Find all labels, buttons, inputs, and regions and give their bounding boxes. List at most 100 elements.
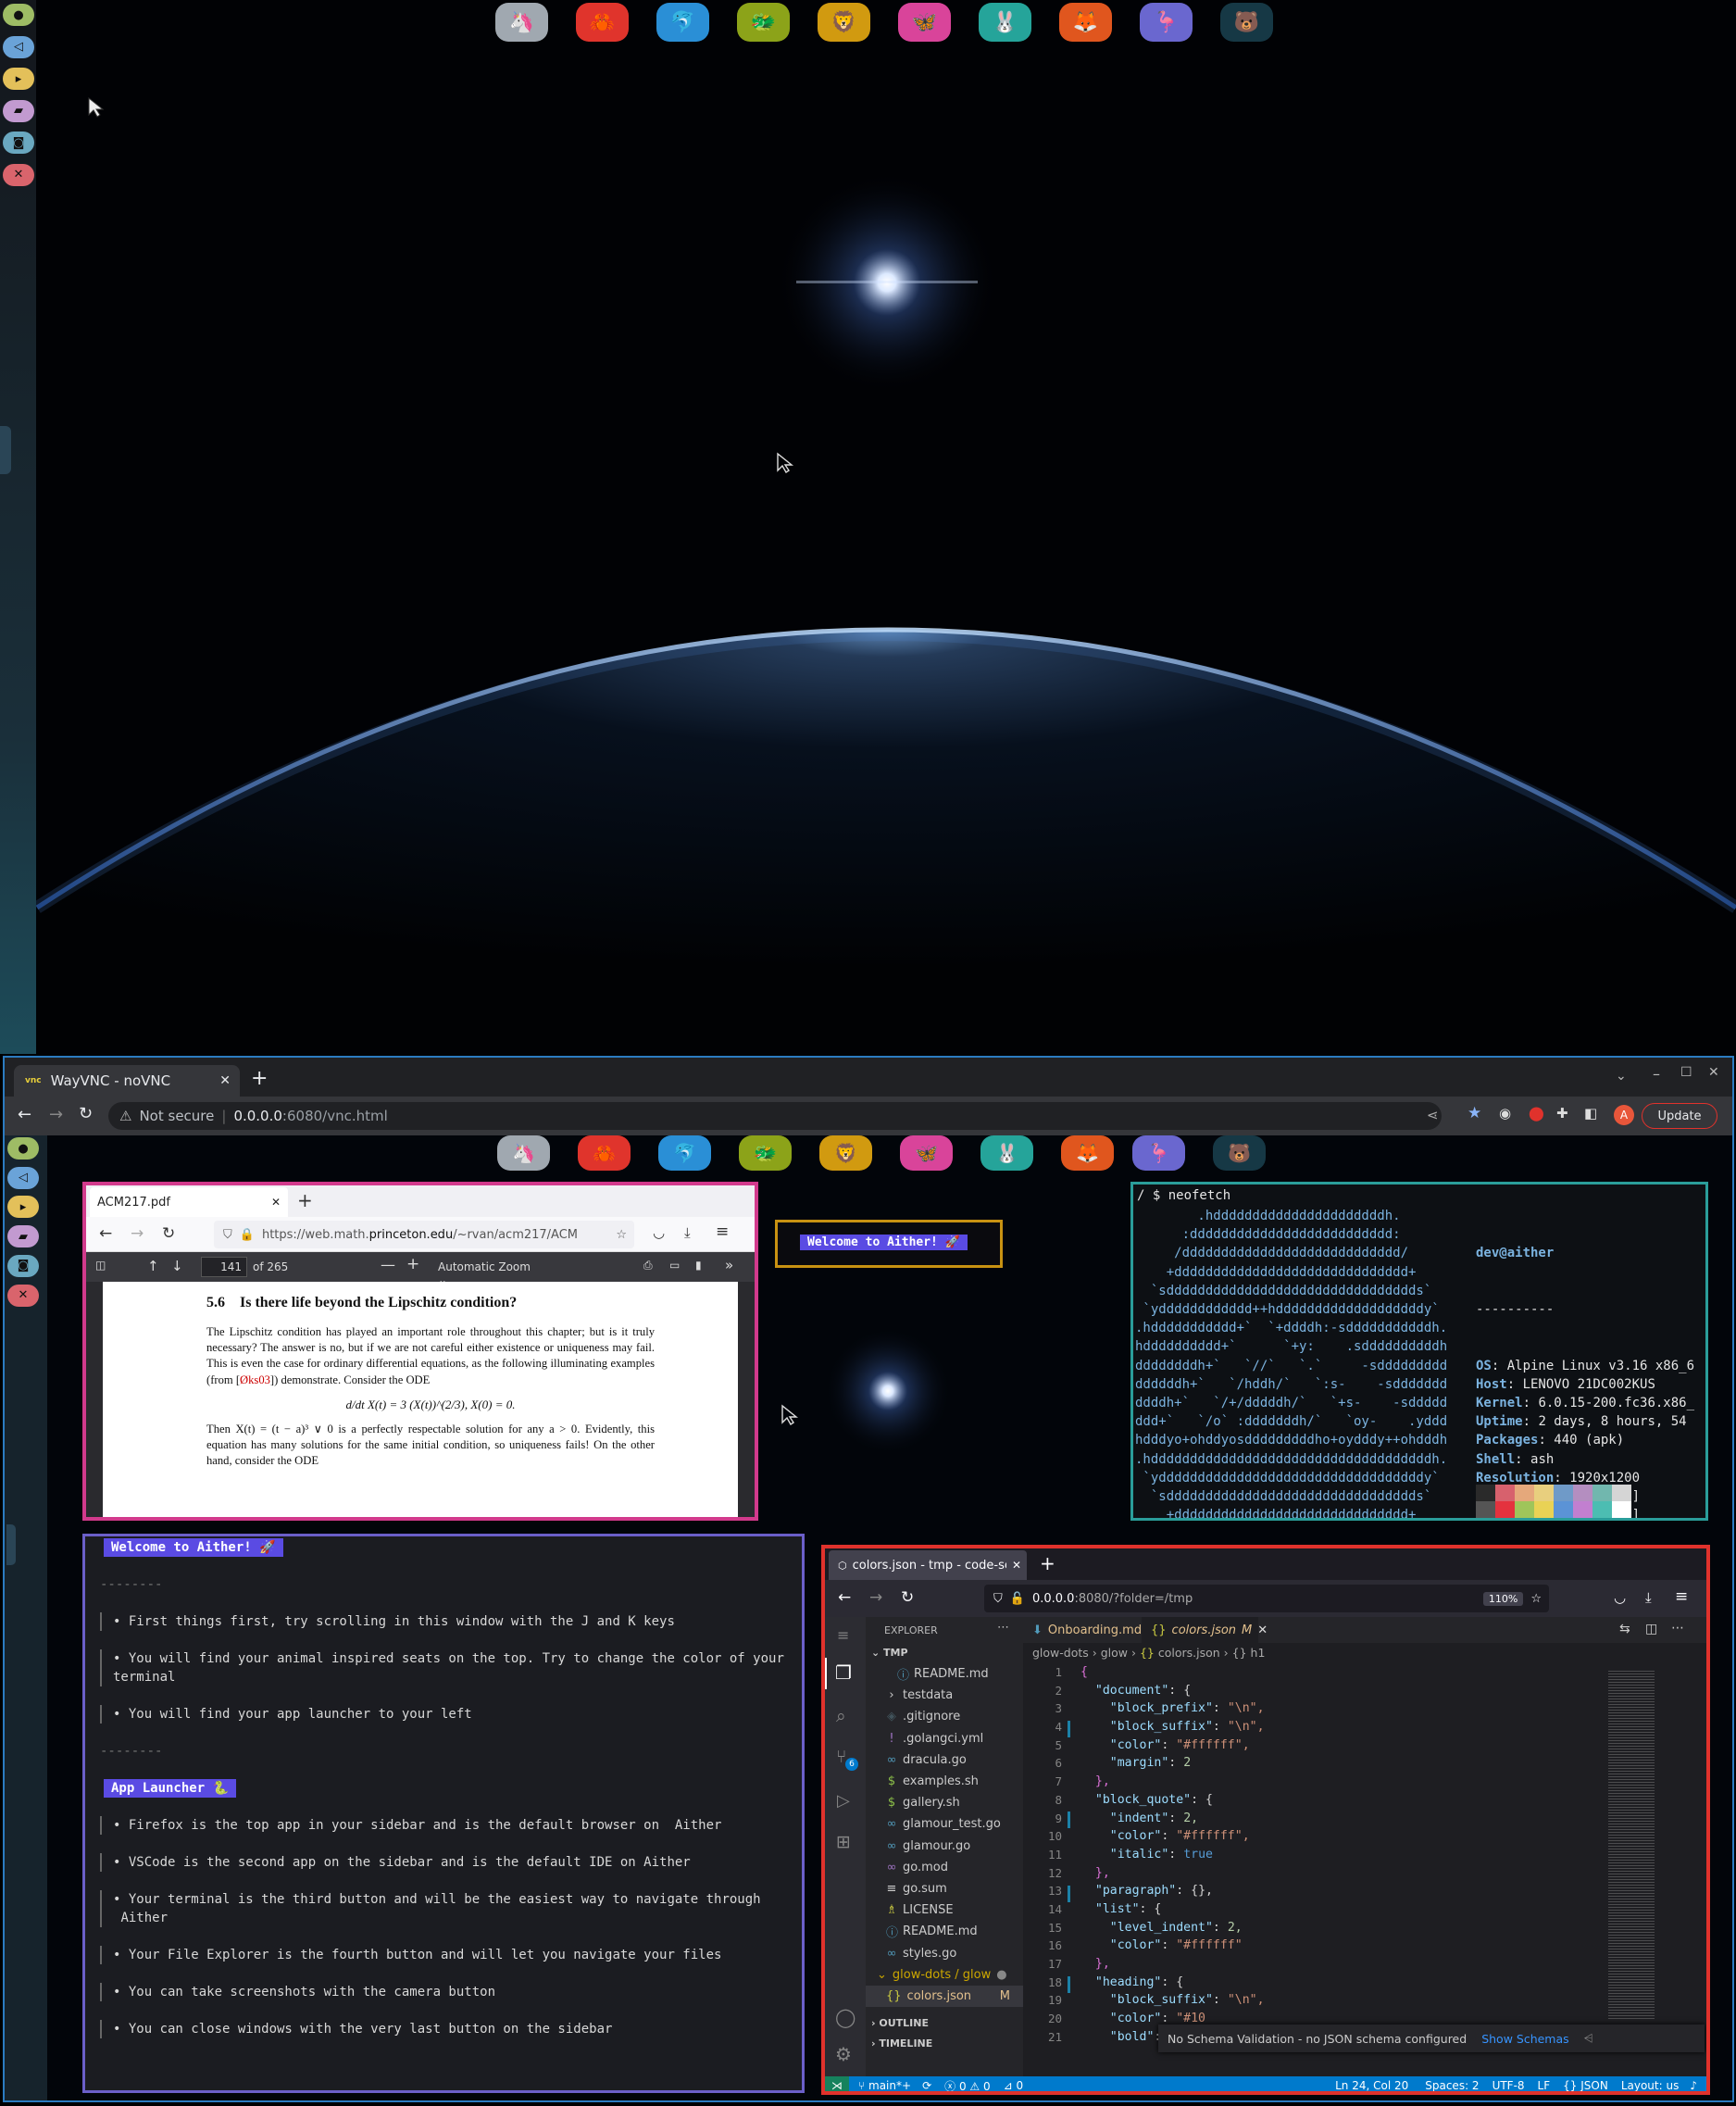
- notifications-bell-icon[interactable]: ♪: [1690, 2079, 1697, 2091]
- remote-seat-button-7[interactable]: 🐰: [980, 1135, 1033, 1171]
- remote-file-explorer-launcher[interactable]: ▰: [7, 1225, 39, 1248]
- tab-onboarding-md[interactable]: ⬇Onboarding.mdM: [1023, 1617, 1157, 1643]
- zoom-in-icon[interactable]: +: [406, 1255, 419, 1273]
- explorer-file[interactable]: ! .golangci.yml: [866, 1728, 1023, 1749]
- close-tab-icon[interactable]: ✕: [271, 1196, 281, 1209]
- seat-button-6[interactable]: 🦋: [898, 3, 951, 42]
- download-icon[interactable]: ⤓: [1645, 1589, 1652, 1606]
- back-icon[interactable]: ←: [99, 1224, 112, 1243]
- more-actions-icon[interactable]: ⋯: [1671, 1621, 1684, 1636]
- language-status[interactable]: {} JSON: [1563, 2079, 1608, 2091]
- explorer-file[interactable]: ♗ LICENSE: [866, 1899, 1023, 1921]
- explorer-file[interactable]: ≡ go.sum: [866, 1878, 1023, 1899]
- close-tab-icon[interactable]: ✕: [1257, 1623, 1268, 1637]
- extensions-icon[interactable]: ⊞: [836, 1832, 851, 1852]
- close-window-launcher[interactable]: ✕: [3, 163, 34, 186]
- indentation-status[interactable]: Spaces: 2: [1425, 2079, 1479, 2091]
- remote-seat-button-8[interactable]: 🦊: [1061, 1135, 1114, 1171]
- remote-seat-button-4[interactable]: 🐲: [739, 1135, 792, 1171]
- seat-button-2[interactable]: 🦀: [576, 3, 629, 42]
- profile-avatar[interactable]: A: [1614, 1105, 1634, 1125]
- print-icon[interactable]: ⎙: [643, 1259, 653, 1272]
- minimap[interactable]: [1608, 1669, 1655, 2021]
- new-tab-button[interactable]: +: [251, 1067, 268, 1090]
- seat-button-8[interactable]: 🦊: [1059, 3, 1112, 42]
- open-file-icon[interactable]: ▭: [669, 1259, 680, 1272]
- extensions-puzzle-icon[interactable]: ✚: [1556, 1105, 1568, 1122]
- menu-icon[interactable]: ≡: [716, 1222, 729, 1241]
- pocket-icon[interactable]: ◡: [653, 1224, 665, 1241]
- reload-icon[interactable]: ↻: [79, 1104, 93, 1123]
- search-icon[interactable]: ⌕: [836, 1706, 846, 1726]
- outline-section[interactable]: › OUTLINE: [871, 2017, 929, 2029]
- explorer-icon[interactable]: ❐: [835, 1661, 852, 1684]
- bell-icon[interactable]: ⩤: [1584, 2031, 1593, 2046]
- remote-seat-button-6[interactable]: 🦋: [900, 1135, 953, 1171]
- zoom-select[interactable]: Automatic Zoom ⌄: [432, 1257, 547, 1286]
- code-editor[interactable]: { "document": { "block_prefix": "\n", "b…: [1080, 1665, 1599, 2048]
- forward-icon[interactable]: →: [49, 1105, 63, 1124]
- seat-button-3[interactable]: 🐬: [656, 3, 709, 42]
- onboarding-window[interactable]: Welcome to Aither! 🚀 -------- • First th…: [82, 1534, 805, 2093]
- cursor-position[interactable]: Ln 24, Col 20: [1335, 2079, 1408, 2091]
- screenshot-launcher[interactable]: ◙: [3, 132, 34, 154]
- back-icon[interactable]: ←: [18, 1105, 31, 1124]
- explorer-file[interactable]: ∞ glamour_test.go: [866, 1813, 1023, 1835]
- explorer-file[interactable]: ∞ glamour.go: [866, 1836, 1023, 1857]
- timeline-section[interactable]: › TIMELINE: [871, 2037, 932, 2050]
- back-icon[interactable]: ←: [838, 1588, 851, 1607]
- remote-seat-button-5[interactable]: 🦁: [819, 1135, 872, 1171]
- forward-icon[interactable]: →: [131, 1224, 144, 1243]
- forward-icon[interactable]: →: [869, 1588, 882, 1607]
- extension-red-icon[interactable]: ⬤: [1529, 1105, 1544, 1122]
- file-colors-json[interactable]: {} colors.json M: [866, 1986, 1023, 2008]
- tab-search-icon[interactable]: ⌄: [1616, 1069, 1627, 1084]
- remote-sidebar-toggle[interactable]: [6, 1524, 16, 1565]
- page-number-input[interactable]: 141: [201, 1257, 247, 1277]
- tab-colors-json[interactable]: ⬡ colors.json - tmp - code-se ✕: [829, 1550, 1027, 1580]
- seat-button-5[interactable]: 🦁: [818, 3, 870, 42]
- file-explorer-launcher[interactable]: ▰: [3, 99, 34, 122]
- terminal-window[interactable]: / $ neofetch .hddddddddddddddddddddddh. …: [1130, 1182, 1708, 1521]
- tab-acm217[interactable]: ACM217.pdf ✕: [90, 1187, 288, 1217]
- terminal-launcher[interactable]: ▸: [3, 68, 34, 90]
- maximize-icon[interactable]: ☐: [1680, 1065, 1692, 1080]
- explorer-file[interactable]: ⓘ README.md: [866, 1921, 1023, 1942]
- tools-icon[interactable]: »: [725, 1257, 733, 1273]
- sidebar-toggle-icon[interactable]: ◫: [95, 1259, 106, 1272]
- explorer-file[interactable]: $ examples.sh: [866, 1771, 1023, 1792]
- address-bar[interactable]: ⛉ 🔓 0.0.0.0:8080/?folder=/tmp 110% ☆: [984, 1585, 1549, 1612]
- remote-close-window-launcher[interactable]: ✕: [7, 1284, 39, 1307]
- problems-status[interactable]: ⓧ 0 ⚠ 0: [944, 2078, 991, 2092]
- new-tab-button[interactable]: +: [1040, 1552, 1055, 1574]
- remote-seat-button-9[interactable]: 🦩: [1132, 1135, 1185, 1171]
- sidebar-toggle-handle[interactable]: [0, 426, 11, 474]
- eol-status[interactable]: LF: [1538, 2079, 1551, 2091]
- reload-icon[interactable]: ↻: [162, 1224, 175, 1243]
- reload-icon[interactable]: ↻: [901, 1588, 914, 1607]
- explorer-file[interactable]: ∞ dracula.go: [866, 1749, 1023, 1771]
- next-page-icon[interactable]: ↓: [171, 1258, 183, 1274]
- sync-icon[interactable]: ⟳: [922, 2079, 931, 2091]
- pdf-canvas[interactable]: 5.6 Is there life beyond the Lipschitz c…: [86, 1282, 755, 1517]
- explorer-file[interactable]: $ gallery.sh: [866, 1792, 1023, 1813]
- remote-seat-button-1[interactable]: 🦄: [497, 1135, 550, 1171]
- split-editor-icon[interactable]: ◫: [1645, 1622, 1657, 1636]
- folder-glow-dots[interactable]: ⌄ glow-dots / glow ●: [877, 1964, 1007, 1986]
- vscode-launcher[interactable]: ◁: [3, 35, 34, 58]
- encoding-status[interactable]: UTF-8: [1492, 2079, 1525, 2091]
- folder-tmp[interactable]: ⌄ TMP: [871, 1647, 908, 1659]
- seat-button-10[interactable]: 🐻: [1220, 3, 1273, 42]
- settings-gear-icon[interactable]: ⚙: [835, 2043, 852, 2065]
- explorer-file[interactable]: › testdata: [866, 1685, 1023, 1706]
- side-panel-icon[interactable]: ◧: [1584, 1105, 1597, 1122]
- extension-icon[interactable]: ◉: [1499, 1105, 1511, 1122]
- remote-screenshot-launcher[interactable]: ◙: [7, 1254, 39, 1277]
- layout-status[interactable]: Layout: us: [1621, 2079, 1680, 2091]
- share-icon[interactable]: ⋖: [1427, 1107, 1439, 1123]
- remote-icon[interactable]: ⋊: [825, 2076, 849, 2091]
- new-tab-button[interactable]: +: [297, 1189, 313, 1211]
- run-debug-icon[interactable]: ▷: [837, 1791, 850, 1811]
- pocket-icon[interactable]: ◡: [1614, 1589, 1626, 1606]
- explorer-file[interactable]: ∞ go.mod: [866, 1857, 1023, 1878]
